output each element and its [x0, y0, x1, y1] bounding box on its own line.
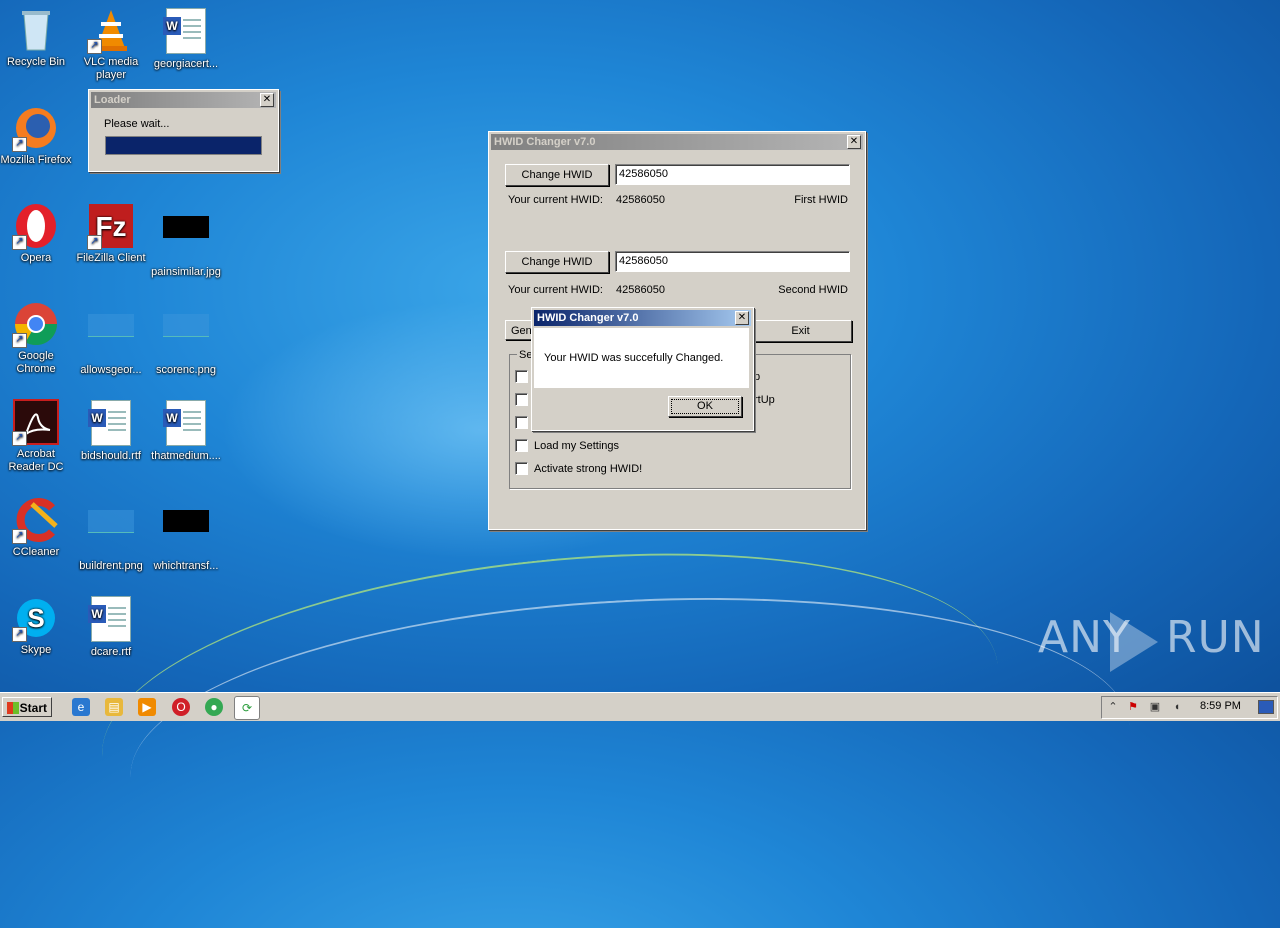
- desktop-icon-scorenc[interactable]: scorenc.png: [148, 300, 224, 377]
- image-file-icon: [162, 510, 210, 558]
- hwid-input-1[interactable]: 42586050: [615, 164, 850, 185]
- current-hwid-value-1: 42586050: [616, 194, 665, 206]
- desktop-icon-skype[interactable]: S ↗ Skype: [0, 594, 74, 657]
- settings-checkbox-1[interactable]: [515, 370, 528, 383]
- desktop-icon-painsimilar[interactable]: painsimilar.jpg: [148, 202, 224, 279]
- success-dialog: HWID Changer v7.0 ✕ Your HWID was succef…: [531, 307, 754, 431]
- word-document-icon: W: [162, 8, 210, 56]
- settings-checkbox-2[interactable]: [515, 393, 528, 406]
- watermark-run: RUN: [1166, 612, 1265, 663]
- word-document-icon: W: [162, 400, 210, 448]
- dialog-message: Your HWID was succefully Changed.: [544, 352, 724, 364]
- start-label: Start: [19, 701, 47, 715]
- desktop-icon-acrobat[interactable]: ↗ Acrobat Reader DC: [0, 398, 74, 474]
- ie-icon[interactable]: e: [72, 698, 90, 716]
- taskbar: Start e ▤ ▶ O ● ⟳ ⌃ ⚑ ▣ ◖ 8:59 PM: [0, 692, 1280, 721]
- desktop-icon-thatmedium[interactable]: W thatmedium....: [148, 398, 224, 463]
- media-player-icon[interactable]: ▶: [138, 698, 156, 716]
- desktop-icon-bidshould[interactable]: W bidshould.rtf: [73, 398, 149, 463]
- desktop-icon-firefox[interactable]: ↗ Mozilla Firefox: [0, 104, 74, 167]
- chrome-icon: ↗: [12, 300, 60, 348]
- chrome-taskbar-icon[interactable]: ●: [205, 698, 223, 716]
- desktop-icon-vlc[interactable]: ↗ VLC media player: [73, 6, 149, 82]
- loader-window: Loader ✕ Please wait...: [88, 89, 279, 172]
- clock[interactable]: 8:59 PM: [1200, 700, 1241, 712]
- word-document-icon: W: [87, 400, 135, 448]
- hwid-title-bar: HWID Changer v7.0 ✕: [491, 134, 863, 150]
- image-file-icon: [162, 216, 210, 264]
- exit-button[interactable]: Exit: [749, 320, 852, 342]
- first-hwid-label: First HWID: [794, 194, 848, 206]
- vlc-icon: ↗: [87, 6, 135, 54]
- hwid-changer-taskbar-icon[interactable]: ⟳: [234, 696, 260, 720]
- hwid-close-button[interactable]: ✕: [847, 135, 861, 149]
- desktop-icon-buildrent[interactable]: buildrent.png: [73, 496, 149, 573]
- desktop-icon-ccleaner[interactable]: ↗ CCleaner: [0, 496, 74, 559]
- desktop-icon-georgiacert[interactable]: W georgiacert...: [148, 6, 224, 71]
- explorer-icon[interactable]: ▤: [105, 698, 123, 716]
- loader-progress-fill: [106, 137, 261, 154]
- settings-checkbox-3[interactable]: [515, 416, 528, 429]
- desktop-icon-dcare[interactable]: W dcare.rtf: [73, 594, 149, 659]
- image-file-icon: [162, 314, 210, 362]
- loader-message: Please wait...: [104, 118, 170, 130]
- word-document-icon: W: [87, 596, 135, 644]
- ok-button[interactable]: OK: [668, 396, 742, 417]
- desktop-icon-recycle-bin[interactable]: Recycle Bin: [0, 6, 74, 69]
- loader-title-bar: Loader ✕: [91, 92, 276, 108]
- settings-checkbox-2-label: rtUp: [754, 394, 775, 406]
- acrobat-icon: ↗: [12, 398, 60, 446]
- action-center-icon[interactable]: ⚑: [1126, 700, 1140, 714]
- dialog-close-button[interactable]: ✕: [735, 311, 749, 325]
- strong-hwid-label: Activate strong HWID!: [534, 463, 643, 475]
- loader-title: Loader: [94, 94, 131, 106]
- second-hwid-label: Second HWID: [778, 284, 848, 296]
- loader-progress-bar: [105, 136, 262, 155]
- desktop-icon-filezilla[interactable]: Fz ↗ FileZilla Client: [73, 202, 149, 265]
- ccleaner-icon: ↗: [12, 496, 60, 544]
- filezilla-icon: Fz ↗: [87, 202, 135, 250]
- dialog-title-bar: HWID Changer v7.0 ✕: [534, 310, 751, 326]
- skype-icon: S ↗: [12, 594, 60, 642]
- current-hwid-label-1: Your current HWID:: [508, 194, 603, 206]
- change-hwid-button-1[interactable]: Change HWID: [505, 164, 609, 186]
- volume-icon[interactable]: ◖: [1170, 700, 1184, 714]
- watermark-play-icon: [1110, 612, 1158, 672]
- hwid-input-2[interactable]: 42586050: [615, 251, 850, 272]
- image-file-icon: [87, 510, 135, 558]
- desktop-icon-whichtransf[interactable]: whichtransf...: [148, 496, 224, 573]
- start-button[interactable]: Start: [2, 697, 52, 717]
- tray-expand-icon[interactable]: ⌃: [1106, 700, 1120, 714]
- settings-checkbox-1-label: p: [754, 371, 761, 383]
- windows-flag-icon: [7, 702, 19, 714]
- system-tray: ⌃ ⚑ ▣ ◖ 8:59 PM: [1101, 696, 1278, 719]
- load-settings-label: Load my Settings: [534, 440, 619, 452]
- desktop-icon-chrome[interactable]: ↗ Google Chrome: [0, 300, 74, 376]
- opera-taskbar-icon[interactable]: O: [172, 698, 190, 716]
- desktop-icon-allowsgeor[interactable]: allowsgeor...: [73, 300, 149, 377]
- opera-icon: ↗: [12, 202, 60, 250]
- firefox-icon: ↗: [12, 104, 60, 152]
- network-icon[interactable]: ▣: [1148, 700, 1162, 714]
- hwid-title: HWID Changer v7.0: [494, 136, 596, 148]
- current-hwid-label-2: Your current HWID:: [508, 284, 603, 296]
- image-file-icon: [87, 314, 135, 362]
- loader-close-button[interactable]: ✕: [260, 93, 274, 107]
- svg-text:S: S: [27, 603, 44, 633]
- change-hwid-button-2[interactable]: Change HWID: [505, 251, 609, 273]
- strong-hwid-checkbox[interactable]: [515, 462, 528, 475]
- show-desktop-icon[interactable]: [1258, 700, 1274, 714]
- desktop-icon-opera[interactable]: ↗ Opera: [0, 202, 74, 265]
- dialog-title: HWID Changer v7.0: [537, 312, 639, 324]
- load-settings-checkbox[interactable]: [515, 439, 528, 452]
- current-hwid-value-2: 42586050: [616, 284, 665, 296]
- recycle-bin-icon: [12, 6, 60, 54]
